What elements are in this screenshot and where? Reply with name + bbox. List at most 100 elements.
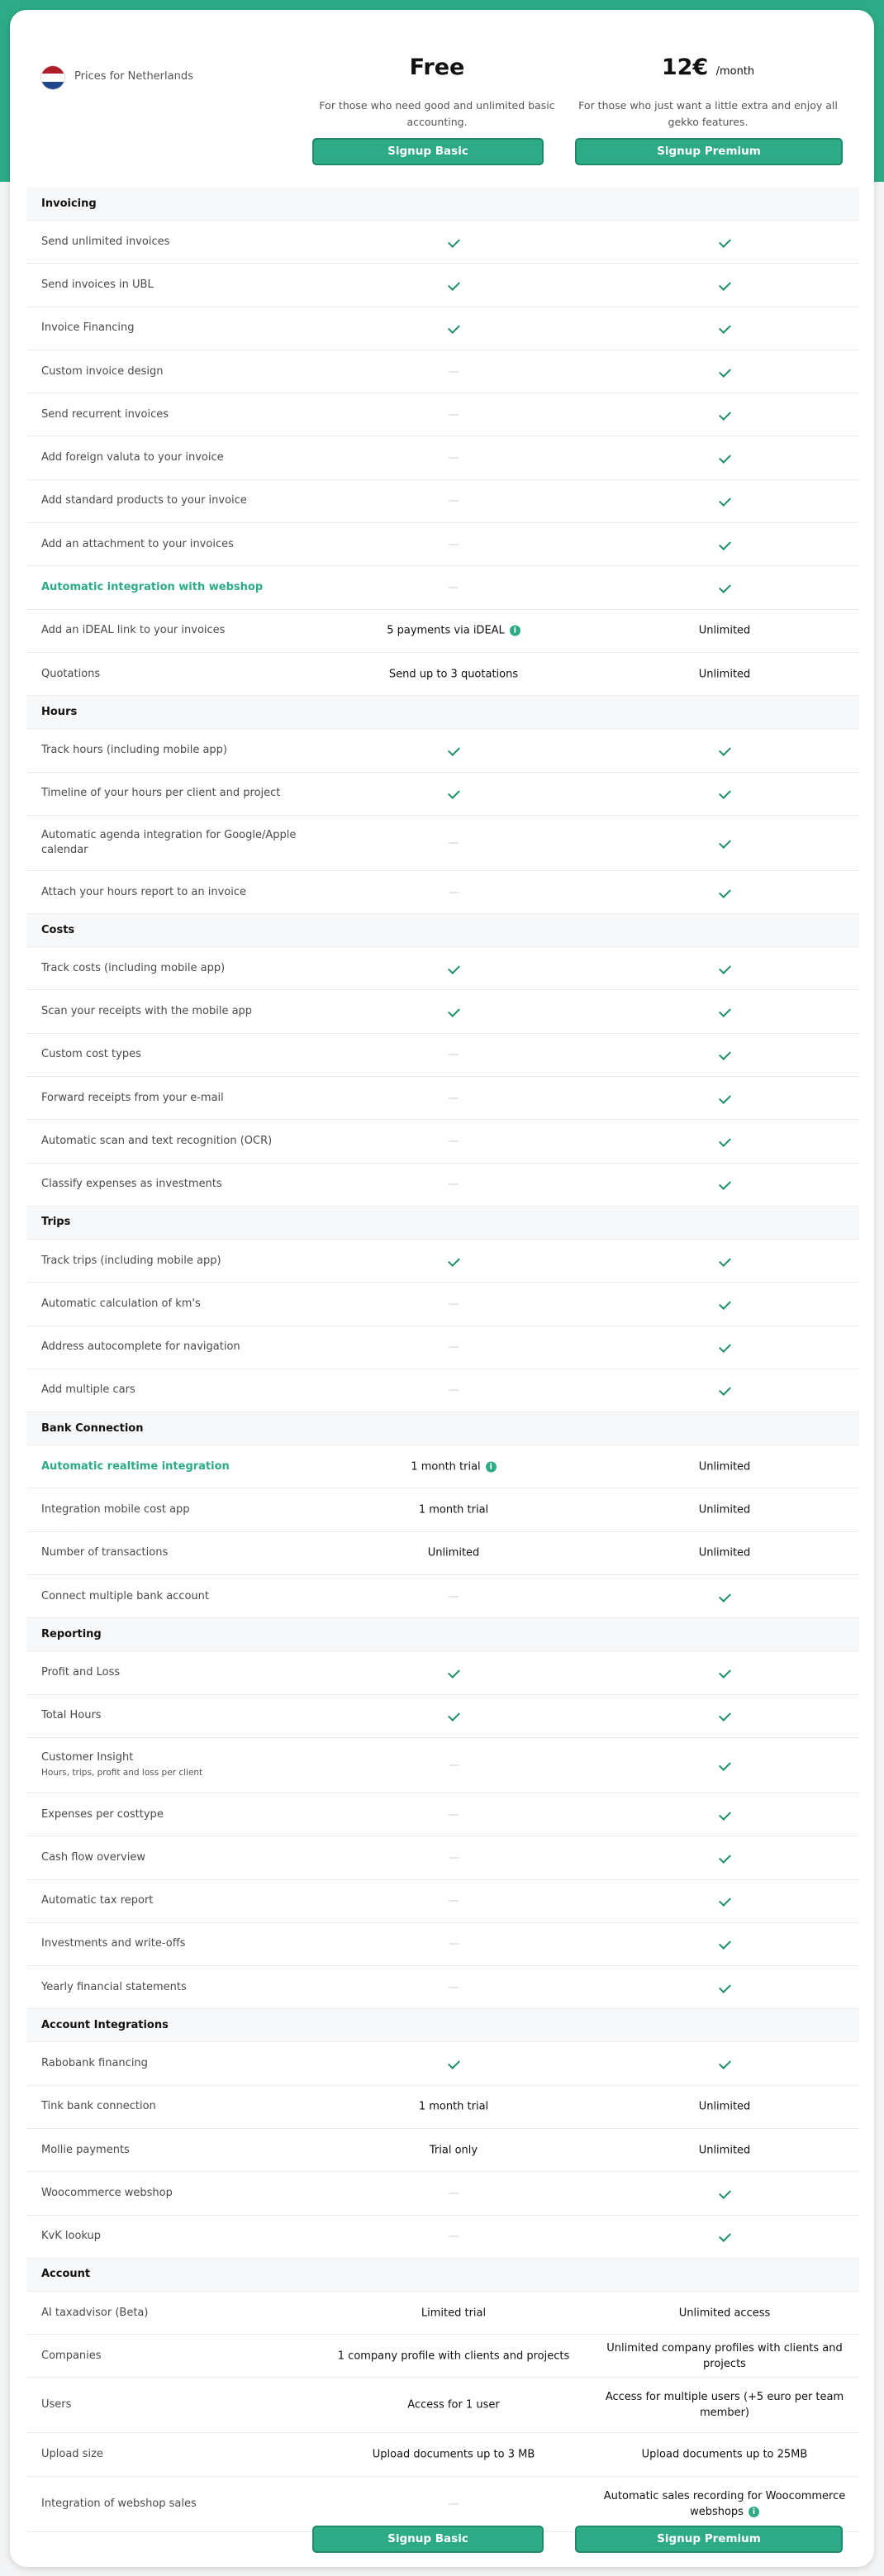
premium-plan-cell: Unlimited — [588, 2099, 861, 2115]
not-included-dash-icon — [449, 1346, 459, 1348]
premium-plan-cell — [588, 786, 861, 802]
checkmark-icon — [718, 581, 731, 593]
free-plan-cell — [317, 1047, 590, 1063]
feature-label: Add an iDEAL link to your invoices — [41, 623, 314, 638]
free-plan-cell — [317, 580, 590, 596]
checkmark-icon — [718, 451, 731, 464]
not-included-dash-icon — [449, 544, 459, 545]
feature-row: Add an attachment to your invoices — [26, 523, 859, 567]
checkmark-icon — [718, 2230, 731, 2243]
checkmark-icon — [718, 2186, 731, 2199]
free-plan-cell: Trial only — [317, 2142, 590, 2158]
feature-row: Add multiple cars — [26, 1369, 859, 1413]
free-plan-cell — [317, 786, 590, 802]
feature-label: Woocommerce webshop — [41, 2186, 314, 2201]
feature-link[interactable]: Automatic integration with webshop — [41, 580, 314, 595]
feature-label: Automatic scan and text recognition (OCR… — [41, 1134, 314, 1149]
premium-plan-cell: Unlimited — [588, 666, 861, 682]
feature-row: Send recurrent invoices — [26, 393, 861, 437]
feature-row: Upload size Upload documents up to 3 MB Up… — [26, 2433, 859, 2477]
not-included-dash-icon — [449, 1987, 459, 1988]
feature-value: 5 payments via iDEAL — [387, 624, 505, 637]
free-plan-cell — [317, 1090, 590, 1106]
feature-label: Address autocomplete for navigation — [41, 1340, 314, 1355]
free-plan-cell — [317, 1936, 590, 1952]
premium-plan-cell — [588, 1979, 861, 1995]
checkmark-icon — [718, 364, 731, 378]
feature-label: Expenses per costtype — [41, 1807, 314, 1822]
section-header: Hours — [26, 696, 859, 730]
not-included-dash-icon — [449, 457, 459, 459]
free-plan-cell — [317, 364, 590, 379]
checkmark-icon — [447, 279, 460, 291]
premium-plan-cell: Unlimited — [588, 1502, 861, 1518]
feature-label: Yearly financial statements — [41, 1980, 314, 1995]
feature-row: Total Hours — [26, 1695, 859, 1738]
pricing-header: Prices for Netherlands Free For those wh… — [10, 10, 874, 188]
feature-row: Automatic integration with webshop — [26, 566, 859, 610]
feature-value: 1 company profile with clients and proje… — [337, 2350, 570, 2363]
feature-row: Forward receipts from your e-mail — [26, 1077, 859, 1121]
feature-link[interactable]: Automatic realtime integration — [41, 1459, 314, 1474]
feature-row: Track trips (including mobile app) — [26, 1240, 859, 1283]
feature-label: Number of transactions — [41, 1545, 314, 1560]
free-plan-cell — [317, 493, 590, 509]
checkmark-icon — [447, 1254, 460, 1267]
free-plan-cell — [317, 1133, 590, 1149]
signup-basic-button[interactable]: Signup Basic — [312, 138, 544, 165]
premium-plan-cell — [588, 1588, 861, 1604]
not-included-dash-icon — [449, 414, 459, 416]
feature-value: Unlimited — [427, 1546, 480, 1559]
premium-plan-cell: Unlimited access — [588, 2305, 861, 2321]
feature-row: KvK lookup — [26, 2216, 859, 2259]
feature-label-text: Add an attachment to your invoices — [41, 537, 234, 550]
feature-label-text: Forward receipts from your e-mail — [41, 1091, 224, 1104]
signup-premium-button-bottom[interactable]: Signup Premium — [575, 2526, 843, 2553]
feature-row: Add an iDEAL link to your invoices 5 paym… — [26, 610, 859, 653]
premium-plan-cell — [588, 1047, 861, 1063]
premium-plan-cell — [588, 407, 861, 422]
feature-label-text: Expenses per costtype — [41, 1807, 164, 1821]
feature-row: Address autocomplete for navigation — [26, 1326, 859, 1369]
info-icon[interactable]: i — [485, 1461, 497, 1473]
feature-label: Connect multiple bank account — [41, 1589, 314, 1604]
feature-value: Trial only — [429, 2144, 478, 2157]
free-plan-cell — [317, 884, 590, 900]
feature-row: Companies 1 company profile with clients … — [26, 2335, 859, 2378]
checkmark-icon — [718, 743, 731, 756]
feature-row: Custom cost types — [26, 1034, 861, 1078]
free-plan-cell: 1 month trial — [317, 1502, 590, 1518]
premium-plan-cell: Access for multiple users (+5 euro per t… — [588, 2389, 861, 2421]
feature-label-text: Address autocomplete for navigation — [41, 1340, 240, 1354]
feature-row: Track costs (including mobile app) — [26, 947, 859, 991]
free-plan-cell — [317, 1340, 590, 1355]
info-icon[interactable]: i — [509, 625, 520, 636]
not-included-dash-icon — [449, 1303, 459, 1305]
free-plan-cell — [317, 1253, 590, 1269]
signup-basic-button-bottom[interactable]: Signup Basic — [312, 2526, 544, 2553]
feature-value: Upload documents up to 3 MB — [372, 2448, 535, 2461]
feature-label: Tink bank connection — [41, 2099, 314, 2114]
feature-label: Classify expenses as investments — [41, 1177, 314, 1192]
signup-premium-button[interactable]: Signup Premium — [575, 138, 843, 165]
checkmark-icon — [718, 885, 731, 898]
checkmark-icon — [718, 407, 731, 421]
section-header: Trips — [26, 1206, 859, 1240]
feature-label: Add multiple cars — [41, 1383, 314, 1398]
plan-premium: 12€ /month For those who just want a lit… — [572, 51, 844, 132]
premium-plan-cell — [588, 2229, 861, 2245]
feature-row: Cash flow overview — [26, 1836, 859, 1880]
feature-row: Scan your receipts with the mobile app — [26, 990, 859, 1034]
section-title: Reporting — [41, 1627, 102, 1640]
section-header: Account — [26, 2258, 859, 2292]
free-plan-cell — [317, 1757, 590, 1773]
free-plan-cell — [317, 1850, 590, 1865]
section-title: Bank Connection — [41, 1421, 144, 1435]
feature-label-text: Integration mobile cost app — [41, 1503, 190, 1517]
premium-plan-cell — [588, 1708, 861, 1724]
feature-label: Attach your hours report to an invoice — [41, 885, 314, 900]
free-plan-cell — [317, 1893, 590, 1909]
not-included-dash-icon — [449, 371, 459, 373]
section-header: Costs — [26, 914, 859, 948]
checkmark-icon — [447, 961, 460, 974]
